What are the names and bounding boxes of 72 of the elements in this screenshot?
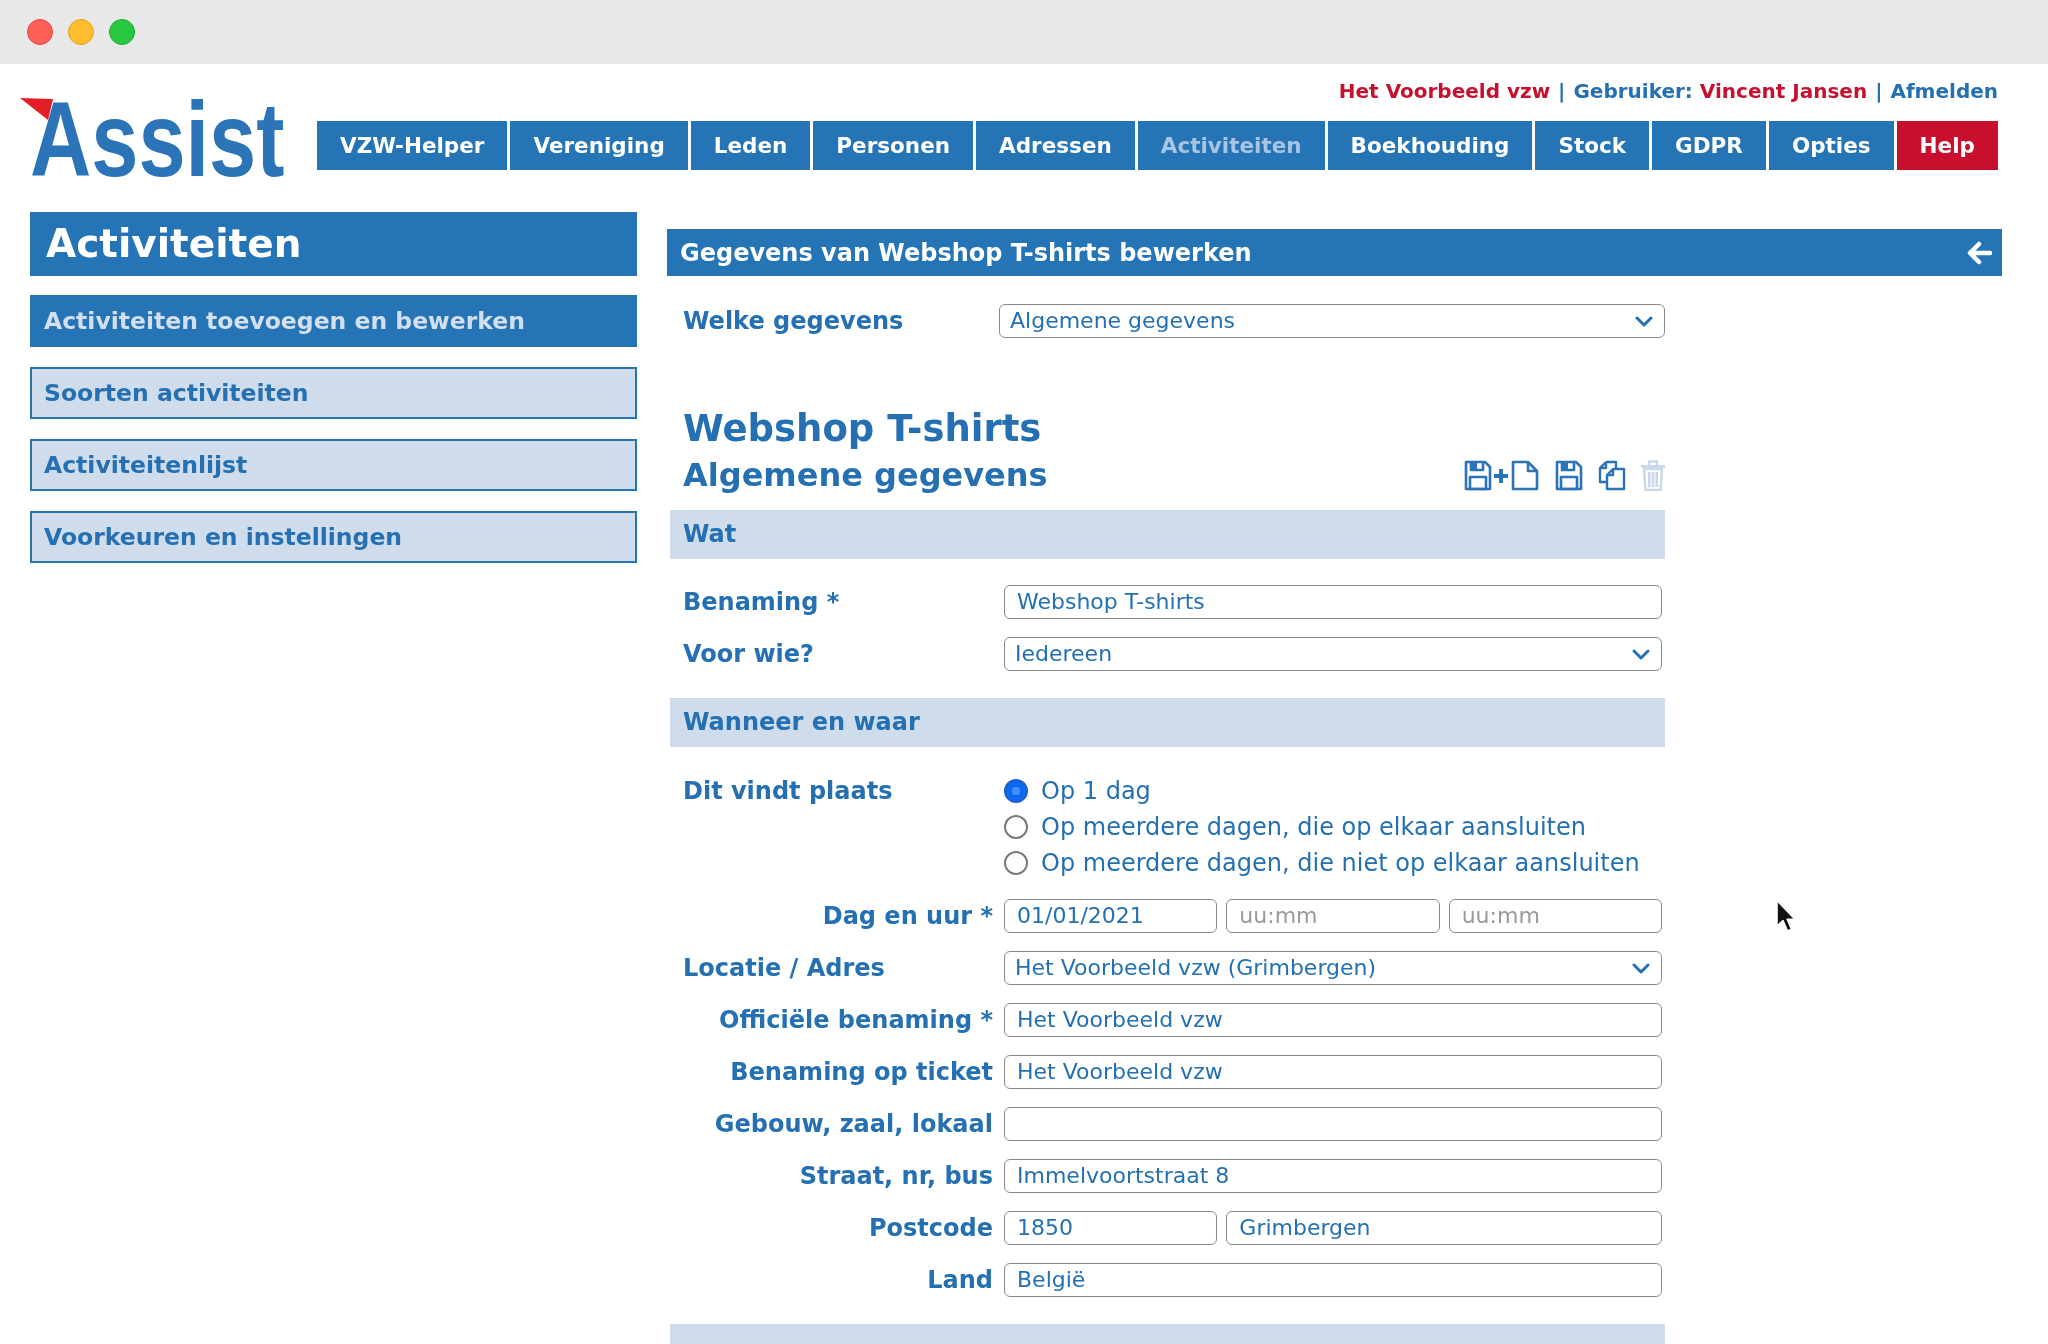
back-button[interactable]	[1966, 240, 1992, 265]
text-field[interactable]: 01/01/2021	[1004, 899, 1218, 933]
radio-label[interactable]: Op meerdere dagen, die op elkaar aansluiten	[1041, 813, 1586, 841]
field-label: Voor wie?	[683, 639, 816, 670]
floppy-plus-document-icon	[1464, 459, 1540, 491]
field-label: Benaming *	[683, 587, 841, 618]
nav-tab[interactable]: Personen	[813, 121, 974, 170]
field-label: Gebouw, zaal, lokaal	[713, 1109, 993, 1140]
field-label: Benaming op ticket	[729, 1057, 993, 1088]
dropdown-field[interactable]: Het Voorbeeld vzw (Grimbergen)	[1004, 951, 1662, 985]
copy-button[interactable]	[1598, 459, 1626, 491]
text-field[interactable]: Immelvoortstraat 8	[1004, 1159, 1662, 1193]
chevron-down-icon	[1635, 315, 1653, 327]
text-field[interactable]: Grimbergen	[1226, 1211, 1662, 1245]
text-field[interactable]: Het Voorbeeld vzw	[1004, 1003, 1662, 1037]
text-field[interactable]: 1850	[1004, 1211, 1218, 1245]
radio-button[interactable]	[1004, 815, 1028, 839]
field-label: Straat, nr, bus	[798, 1161, 993, 1192]
text-field[interactable]: Het Voorbeeld vzw	[1004, 1055, 1662, 1089]
save-and-new-button[interactable]	[1464, 459, 1540, 491]
nav-tab[interactable]: Adressen	[976, 121, 1135, 170]
sidebar-item[interactable]: Soorten activiteiten	[30, 367, 637, 419]
field-label: Welke gegevens	[683, 306, 905, 337]
logout-link[interactable]: Afmelden	[1890, 79, 1998, 103]
text-field[interactable]: België	[1004, 1263, 1662, 1297]
nav-tab[interactable]: Opties	[1768, 121, 1894, 170]
nav-tab[interactable]: Leden	[690, 121, 811, 170]
nav-tab[interactable]: Boekhouding	[1327, 121, 1533, 170]
window-close-icon[interactable]	[27, 19, 53, 45]
user-info: Gebruiker: Vincent Jansen	[1573, 79, 1868, 103]
panel-title: Gegevens van Webshop T-shirts bewerken	[680, 238, 1252, 267]
sidebar-title: Activiteiten	[30, 212, 637, 276]
sidebar-item[interactable]: Activiteiten toevoegen en bewerken	[30, 295, 637, 347]
section-heading: Wat	[670, 510, 1665, 559]
text-field[interactable]	[1004, 1107, 1662, 1141]
trash-icon	[1641, 459, 1665, 491]
logo-wordmark[interactable]: Assist	[30, 86, 285, 192]
dropdown-field[interactable]: Iedereen	[1004, 637, 1662, 671]
text-field[interactable]: uu:mm	[1448, 899, 1662, 933]
nav-tab[interactable]: GDPR	[1652, 121, 1766, 170]
chevron-down-icon	[1632, 648, 1650, 660]
window-zoom-icon[interactable]	[109, 19, 135, 45]
field-label: Land	[926, 1265, 993, 1296]
record-subtitle: Algemene gegevens	[683, 455, 1048, 495]
field-label: Postcode	[868, 1213, 993, 1244]
nav-tab[interactable]: Activiteiten	[1137, 121, 1325, 170]
field-label: Locatie / Adres	[683, 953, 886, 984]
field-label: Dag en uur *	[821, 901, 993, 932]
organization-name: Het Voorbeeld vzw	[1338, 79, 1551, 103]
separator: |	[1558, 79, 1566, 103]
radio-label[interactable]: Op 1 dag	[1041, 777, 1151, 805]
field-label: Officiële benaming *	[718, 1005, 993, 1036]
radio-label[interactable]: Op meerdere dagen, die niet op elkaar aansluiten	[1041, 849, 1640, 877]
section-heading: Wanneer en waar	[670, 698, 1665, 747]
arrow-left-icon	[1966, 240, 1992, 265]
nav-tab[interactable]: Vereniging	[510, 121, 688, 170]
two-documents-icon	[1598, 459, 1626, 491]
record-title: Webshop T-shirts	[683, 406, 1043, 451]
radio-button[interactable]	[1004, 779, 1028, 803]
dropdown-field[interactable]: Algemene gegevens	[999, 304, 1665, 338]
radio-button[interactable]	[1004, 851, 1028, 875]
text-field[interactable]: uu:mm	[1226, 899, 1440, 933]
save-button[interactable]	[1555, 459, 1583, 491]
nav-tab[interactable]: Stock	[1535, 121, 1650, 170]
sidebar-item[interactable]: Voorkeuren en instellingen	[30, 511, 637, 563]
nav-tab[interactable]: VZW-Helper	[317, 121, 508, 170]
chevron-down-icon	[1632, 962, 1650, 974]
text-field[interactable]: Webshop T-shirts	[1004, 585, 1662, 619]
sidebar-item[interactable]: Activiteitenlijst	[30, 439, 637, 491]
separator: |	[1875, 79, 1883, 103]
nav-tab[interactable]: Help	[1896, 121, 1998, 170]
field-label: Dit vindt plaats	[683, 776, 894, 807]
